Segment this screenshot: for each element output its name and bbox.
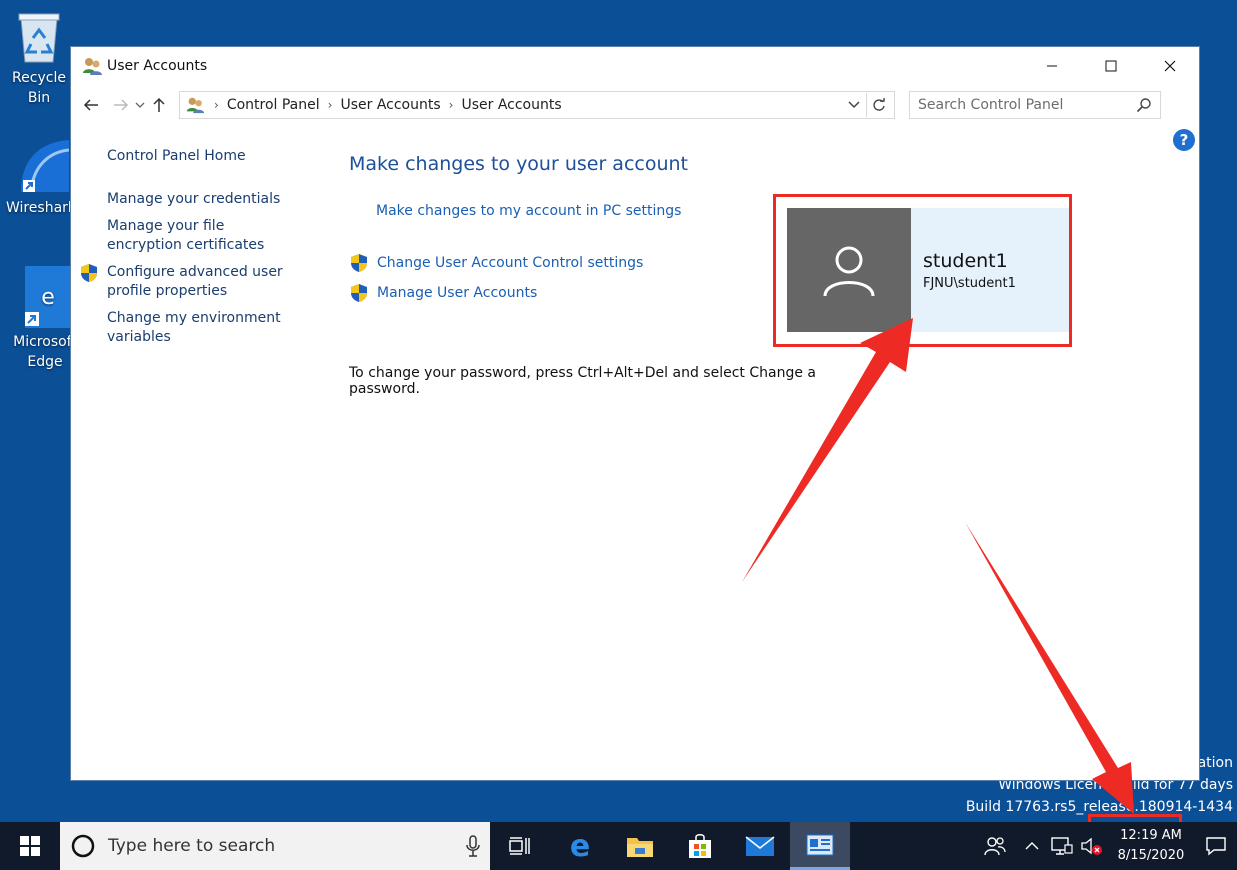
- minimize-icon: [1046, 65, 1057, 67]
- breadcrumb-separator[interactable]: ›: [214, 98, 219, 112]
- minimize-button[interactable]: [1022, 47, 1081, 85]
- search-icon[interactable]: [1136, 97, 1152, 113]
- mail-icon: [745, 836, 775, 856]
- window-title: User Accounts: [107, 58, 208, 74]
- nav-manage-file-encryption-certificates[interactable]: Manage your file encryption certificates: [79, 217, 299, 255]
- uac-shield-icon: [351, 284, 367, 302]
- wireshark-fin-icon: [21, 140, 70, 193]
- breadcrumb-separator[interactable]: ›: [328, 98, 333, 112]
- help-icon[interactable]: ?: [1173, 129, 1195, 151]
- taskbar-edge-button[interactable]: e: [550, 822, 610, 870]
- refresh-icon: [872, 98, 885, 111]
- uac-shield-icon: [81, 264, 97, 282]
- store-bag-icon: [689, 834, 711, 858]
- nav-label: Control Panel Home: [107, 148, 246, 164]
- close-icon: [1164, 60, 1175, 72]
- annotation-box-account: [773, 194, 1072, 347]
- taskbar-file-explorer-button[interactable]: [610, 822, 670, 870]
- clock-time: 12:19 AM: [1120, 828, 1182, 843]
- uac-shield-icon: [351, 254, 367, 272]
- nav-configure-advanced-profile[interactable]: Configure advanced user profile properti…: [79, 263, 299, 301]
- volume-muted-icon: [1081, 837, 1102, 855]
- volume-button[interactable]: [1077, 822, 1107, 870]
- system-tray: 12:19 AM 8/15/2020: [973, 822, 1237, 870]
- up-button[interactable]: [147, 92, 171, 118]
- taskbar-user-accounts-button[interactable]: [790, 822, 850, 870]
- breadcrumb-control-panel[interactable]: Control Panel: [227, 97, 320, 113]
- nav-change-environment-variables[interactable]: Change my environment variables: [79, 309, 299, 347]
- refresh-button[interactable]: [866, 93, 890, 117]
- control-panel-users-icon: [186, 97, 205, 114]
- taskbar-mail-button[interactable]: [730, 822, 790, 870]
- network-icon: [1051, 837, 1073, 855]
- link-label: Manage User Accounts: [377, 285, 538, 301]
- link-label: Change User Account Control settings: [377, 255, 644, 271]
- nav-control-panel-home[interactable]: Control Panel Home: [79, 147, 309, 166]
- maximize-button[interactable]: [1081, 47, 1140, 85]
- notification-icon: [1206, 837, 1226, 856]
- desktop-icon-wireshark[interactable]: Wireshark: [4, 138, 78, 218]
- task-view-icon: [509, 837, 530, 855]
- maximize-icon: [1105, 60, 1116, 72]
- address-bar[interactable]: › Control Panel › User Accounts › User A…: [179, 91, 895, 119]
- taskbar-search-placeholder: Type here to search: [108, 836, 276, 856]
- svg-text:e: e: [570, 832, 590, 860]
- edge-icon: e: [570, 832, 590, 860]
- forward-button[interactable]: [109, 92, 133, 118]
- clock-date: 8/15/2020: [1117, 848, 1185, 863]
- close-button[interactable]: [1140, 47, 1199, 85]
- desktop-icon-label: Wireshark: [5, 200, 77, 216]
- show-hidden-icons-button[interactable]: [1017, 822, 1047, 870]
- taskbar-store-button[interactable]: [670, 822, 730, 870]
- title-bar[interactable]: User Accounts: [71, 47, 1199, 85]
- edge-icon: e: [25, 266, 73, 328]
- network-button[interactable]: [1047, 822, 1077, 870]
- page-heading: Make changes to your user account: [349, 153, 689, 175]
- microphone-icon[interactable]: [466, 835, 480, 857]
- action-center-button[interactable]: [1195, 822, 1237, 870]
- up-arrow-icon: [153, 97, 165, 112]
- chevron-down-icon: [135, 102, 145, 108]
- nav-label: Change my environment variables: [107, 310, 281, 345]
- desktop-icon-label: Microsoft Edge: [13, 334, 77, 370]
- search-input[interactable]: [918, 97, 1136, 113]
- back-arrow-icon: [83, 99, 98, 111]
- svg-text:e: e: [41, 285, 55, 310]
- folder-icon: [627, 838, 653, 857]
- people-button[interactable]: [973, 822, 1017, 870]
- password-note: To change your password, press Ctrl+Alt+…: [349, 365, 816, 397]
- breadcrumb-user-accounts[interactable]: User Accounts: [340, 97, 440, 113]
- desktop-icon-recycle-bin[interactable]: Recycle Bin: [2, 8, 76, 108]
- address-dropdown-button[interactable]: [842, 93, 866, 117]
- nav-label: Manage your credentials: [107, 191, 281, 207]
- chevron-up-icon: [1025, 842, 1039, 850]
- search-control-panel-box[interactable]: [909, 91, 1161, 119]
- task-view-button[interactable]: [490, 822, 550, 870]
- breadcrumb-user-accounts-current[interactable]: User Accounts: [461, 97, 561, 113]
- user-accounts-window: User Accounts › Control Panel › User Acc…: [70, 46, 1200, 781]
- recent-locations-button[interactable]: [133, 92, 147, 118]
- breadcrumb-separator[interactable]: ›: [449, 98, 454, 112]
- forward-arrow-icon: [114, 99, 129, 111]
- recycle-bin-icon: [18, 13, 60, 63]
- nav-label: Configure advanced user profile properti…: [107, 264, 283, 299]
- left-navigation: Control Panel Home Manage your credentia…: [79, 147, 309, 355]
- taskbar: Type here to search e 12:19 AM 8/15/2020: [0, 822, 1237, 870]
- cortana-icon: [71, 834, 95, 858]
- windows-logo-icon: [20, 836, 40, 856]
- chevron-down-icon: [848, 101, 860, 109]
- back-button[interactable]: [79, 92, 103, 118]
- start-button[interactable]: [0, 822, 60, 870]
- nav-manage-credentials[interactable]: Manage your credentials: [79, 190, 309, 209]
- people-icon: [984, 837, 1006, 856]
- user-accounts-icon: [83, 58, 102, 75]
- taskbar-search-box[interactable]: Type here to search: [60, 822, 490, 870]
- control-panel-icon: [806, 834, 834, 855]
- address-row: › Control Panel › User Accounts › User A…: [71, 85, 1199, 125]
- desktop-icon-label: Recycle Bin: [12, 70, 66, 106]
- nav-label: Manage your file encryption certificates: [107, 218, 265, 253]
- taskbar-clock[interactable]: 12:19 AM 8/15/2020: [1107, 822, 1195, 870]
